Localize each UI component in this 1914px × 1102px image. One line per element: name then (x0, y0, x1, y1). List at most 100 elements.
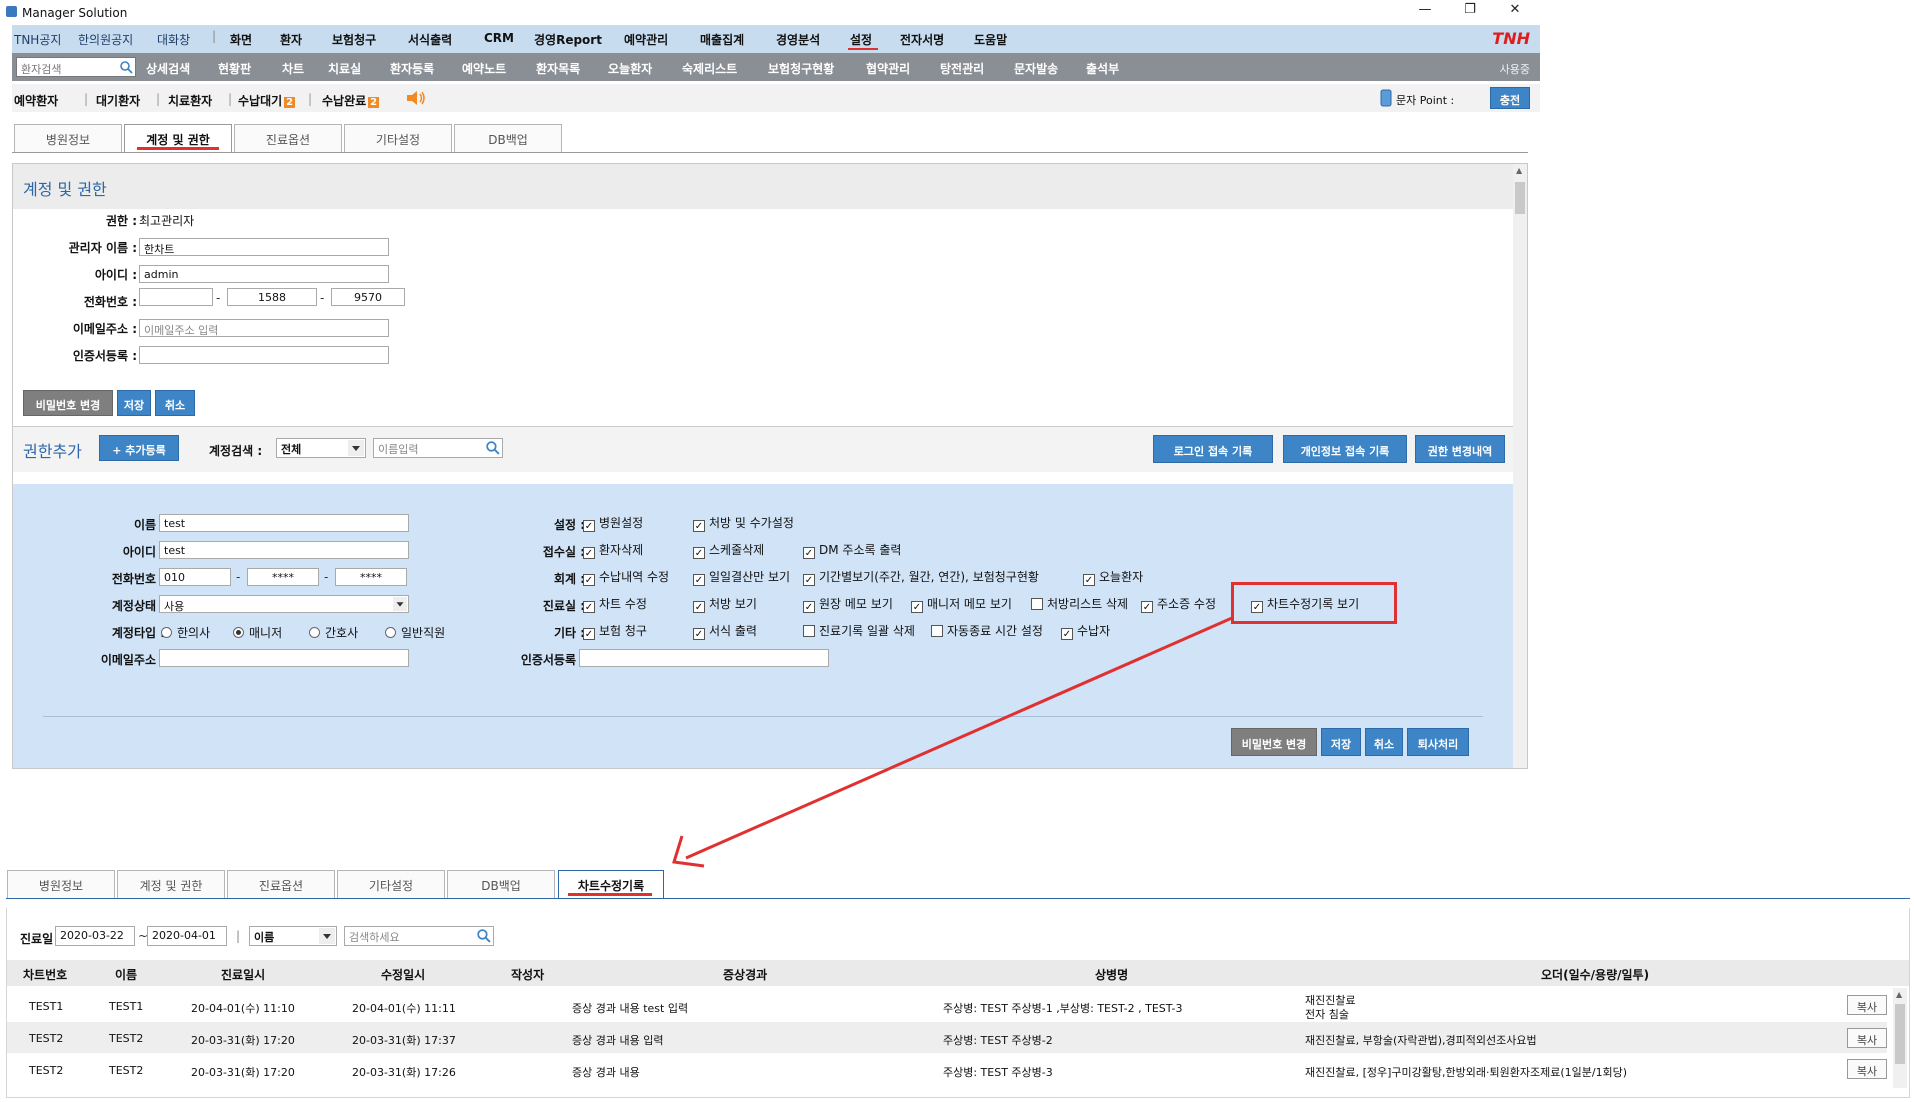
menu-settings[interactable]: 설정 (850, 31, 872, 48)
perm-prescription-list-delete[interactable]: 처방리스트 삭제 (1031, 595, 1128, 612)
type-radio-nurse[interactable]: 간호사 (309, 624, 358, 641)
perm-form-print[interactable]: ✓ 서식 출력 (693, 622, 757, 640)
menu-patient[interactable]: 환자 (280, 31, 302, 48)
perm-hospital-settings[interactable]: ✓ 병원설정 (583, 514, 643, 532)
search-icon[interactable] (476, 928, 491, 943)
user-status-select[interactable]: 사용 (159, 595, 409, 613)
table-row[interactable]: TEST2 TEST2 20-03-31(화) 17:20 20-03-31(화… (7, 1022, 1887, 1053)
user-retire-button[interactable]: 퇴사처리 (1407, 728, 1469, 756)
table-scrollbar[interactable]: ▲ (1893, 988, 1907, 1088)
menu-help[interactable]: 도움말 (974, 31, 1007, 48)
filter-field-select[interactable]: 이름 (249, 926, 337, 946)
tool-reservation-note[interactable]: 예약노트 (462, 60, 506, 77)
chevron-down-icon[interactable] (393, 597, 407, 611)
user-phone-1[interactable]: 010 (159, 568, 231, 586)
tool-treatment-room[interactable]: 치료실 (328, 60, 361, 77)
copy-button[interactable]: 복사 (1847, 1059, 1887, 1079)
menu-clinic-notice[interactable]: 한의원공지 (78, 31, 133, 48)
perm-chief-complaint-edit[interactable]: ✓ 주소증 수정 (1141, 595, 1216, 613)
perm-patient-delete[interactable]: ✓ 환자삭제 (583, 541, 643, 559)
scrollbar-thumb[interactable] (1515, 182, 1525, 214)
tool-today-patients[interactable]: 오늘환자 (608, 60, 652, 77)
menu-esign[interactable]: 전자서명 (900, 31, 944, 48)
menu-screen[interactable]: 화면 (230, 31, 252, 48)
minimize-button[interactable]: — (1410, 2, 1440, 20)
admin-password-change-button[interactable]: 비밀번호 변경 (23, 390, 113, 416)
tab-treatment-options[interactable]: 진료옵션 (234, 124, 342, 152)
menu-tnh-notice[interactable]: TNH공지 (14, 31, 61, 48)
tool-patient-register[interactable]: 환자등록 (390, 60, 434, 77)
admin-phone-2[interactable]: 1588 (227, 288, 317, 306)
perm-schedule-delete[interactable]: ✓ 스케줄삭제 (693, 541, 764, 559)
search-icon[interactable] (119, 60, 133, 74)
admin-id-input[interactable]: admin (139, 265, 389, 283)
type-radio-staff[interactable]: 일반직원 (385, 624, 445, 641)
tab-etc-settings[interactable]: 기타설정 (344, 124, 452, 152)
tool-homework-list[interactable]: 숙제리스트 (682, 60, 737, 77)
tool-agreement[interactable]: 협약관리 (866, 60, 910, 77)
tab-treatment-options-2[interactable]: 진료옵션 (227, 870, 335, 898)
user-email-input[interactable] (159, 649, 409, 667)
reserved-patients[interactable]: 예약환자 (14, 92, 58, 109)
menu-sales[interactable]: 매출집계 (700, 31, 744, 48)
menu-analysis[interactable]: 경영분석 (776, 31, 820, 48)
menu-report[interactable]: 경영Report (534, 31, 602, 48)
perm-chart-edit[interactable]: ✓ 차트 수정 (583, 595, 647, 613)
copy-button[interactable]: 복사 (1847, 995, 1887, 1015)
perm-cashier[interactable]: ✓ 수납자 (1061, 622, 1110, 640)
admin-phone-3[interactable]: 9570 (331, 288, 405, 306)
filter-search-input[interactable]: 검색하세요 (344, 926, 494, 946)
tab-hospital-info[interactable]: 병원정보 (14, 124, 122, 152)
user-id-input[interactable]: test (159, 541, 409, 559)
menu-reservation[interactable]: 예약관리 (624, 31, 668, 48)
treating-patients[interactable]: 치료환자 (168, 92, 212, 109)
chevron-down-icon[interactable] (348, 440, 364, 456)
tool-decoction[interactable]: 탕전관리 (940, 60, 984, 77)
panel-scrollbar[interactable]: ▲ (1513, 164, 1527, 768)
admin-cert-input[interactable] (139, 346, 389, 364)
tab-etc-settings-2[interactable]: 기타설정 (337, 870, 445, 898)
menu-chat[interactable]: 대화창 (157, 31, 190, 48)
user-cancel-button[interactable]: 취소 (1365, 728, 1403, 756)
user-phone-2[interactable]: **** (247, 568, 319, 586)
filter-date-to[interactable]: 2020-04-01 (147, 926, 227, 946)
menu-forms[interactable]: 서식출력 (408, 31, 452, 48)
perm-dm-print[interactable]: ✓ DM 주소록 출력 (803, 541, 901, 559)
charge-button[interactable]: 충전 (1490, 87, 1530, 109)
tab-hospital-info-2[interactable]: 병원정보 (7, 870, 115, 898)
perm-prescription-view[interactable]: ✓ 처방 보기 (693, 595, 757, 613)
table-row[interactable]: TEST1 TEST1 20-04-01(수) 11:10 20-04-01(수… (7, 988, 1887, 1022)
perm-insurance-claim[interactable]: ✓ 보험 청구 (583, 622, 647, 640)
admin-phone-1[interactable] (139, 288, 213, 306)
payment-waiting[interactable]: 수납대기 2 (238, 92, 296, 109)
tab-db-backup-2[interactable]: DB백업 (447, 870, 555, 898)
tool-sms[interactable]: 문자발송 (1014, 60, 1058, 77)
tool-insurance-status[interactable]: 보험청구현황 (768, 60, 834, 77)
type-radio-doctor[interactable]: 한의사 (161, 624, 210, 641)
tool-attendance[interactable]: 출석부 (1086, 60, 1119, 77)
perm-today-patients[interactable]: ✓ 오늘환자 (1083, 568, 1143, 586)
tab-account-permission-2[interactable]: 계정 및 권한 (117, 870, 225, 898)
waiting-patients[interactable]: 대기환자 (96, 92, 140, 109)
scroll-up-icon[interactable]: ▲ (1516, 166, 1522, 175)
scrollbar-thumb[interactable] (1895, 1004, 1905, 1064)
admin-cancel-button[interactable]: 취소 (155, 390, 195, 416)
perm-period-view[interactable]: ✓ 기간별보기(주간, 월간, 연간), 보험청구현황 (803, 568, 1039, 586)
copy-button[interactable]: 복사 (1847, 1028, 1887, 1048)
perm-add-button[interactable]: + 추가등록 (99, 435, 179, 461)
menu-insurance[interactable]: 보험청구 (332, 31, 376, 48)
account-search-select[interactable]: 전체 (276, 438, 366, 458)
filter-date-from[interactable]: 2020-03-22 (55, 926, 135, 946)
perm-manager-memo[interactable]: ✓ 매니저 메모 보기 (911, 595, 1012, 613)
close-button[interactable]: ✕ (1500, 2, 1530, 20)
user-name-input[interactable]: test (159, 514, 409, 532)
perm-change-log-button[interactable]: 권한 변경내역 (1415, 435, 1505, 463)
user-save-button[interactable]: 저장 (1321, 728, 1361, 756)
perm-auto-logout[interactable]: 자동종료 시간 설정 (931, 622, 1043, 639)
user-cert-input[interactable] (579, 649, 829, 667)
patient-search-input[interactable]: 환자검색 (16, 57, 136, 77)
perm-daily-settlement[interactable]: ✓ 일일결산만 보기 (693, 568, 790, 586)
table-row[interactable]: TEST2 TEST2 20-03-31(화) 17:20 20-03-31(화… (7, 1053, 1887, 1085)
perm-payment-edit[interactable]: ✓ 수납내역 수정 (583, 568, 669, 586)
tool-status-board[interactable]: 현황판 (218, 60, 251, 77)
